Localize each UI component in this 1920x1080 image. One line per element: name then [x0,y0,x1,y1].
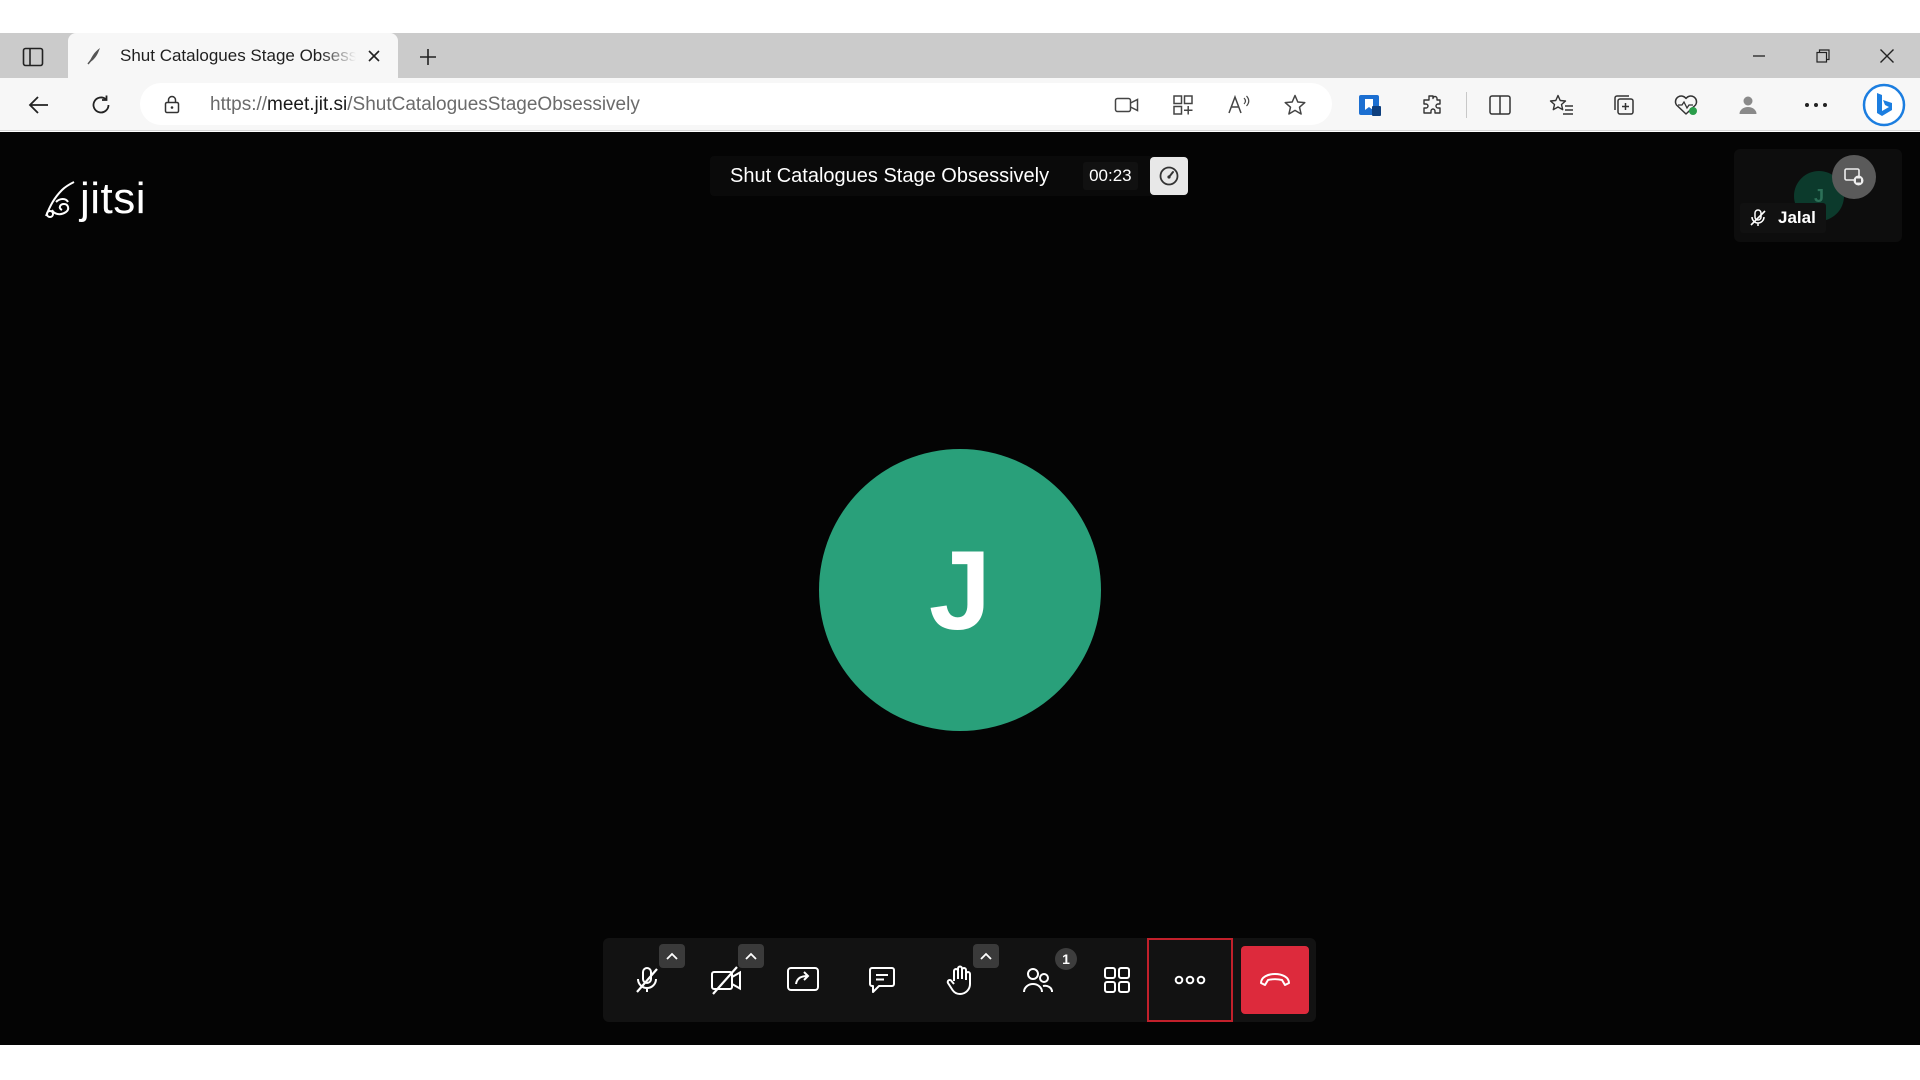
more-horizontal-icon [1174,975,1206,985]
reactions-caret[interactable] [973,944,999,968]
split-screen-icon [1489,95,1511,115]
thumbnail-menu-indicator[interactable] [1832,155,1876,199]
thumbnail-name-label: Jalal [1740,203,1826,233]
participants-count-badge: 1 [1055,948,1077,970]
toolbar-separator [1466,92,1467,118]
arrow-left-icon [28,96,48,114]
lock-icon[interactable] [162,94,182,114]
url-scheme: https:// [210,94,268,115]
jitsi-favicon-icon [84,45,106,67]
bing-copilot-button[interactable] [1862,83,1906,127]
browser-toolbar: https://meet.jit.si/ShutCataloguesStageO… [0,78,1920,131]
favorite-star-icon[interactable] [1280,90,1310,120]
grid-icon [1104,967,1130,993]
plus-icon [420,49,436,65]
performance-settings-button[interactable] [1149,157,1188,195]
close-icon [1880,48,1894,63]
profile-button[interactable] [1730,87,1766,123]
app-available-icon[interactable] [1168,90,1198,120]
jitsi-logo-text: jitsi [80,174,147,223]
url-host: meet.jit.si [267,94,348,115]
refresh-icon [92,95,110,114]
conference-info-bar: Shut Catalogues Stage Obsessively 00:23 [710,156,1188,196]
back-button[interactable] [21,87,57,123]
bing-icon [1862,83,1906,127]
chat-button[interactable] [852,950,912,1010]
url-path: /ShutCataloguesStageObsessively [347,94,640,115]
chevron-up-icon [666,952,678,960]
puzzle-icon [1423,95,1441,114]
participant-thumbnail[interactable]: J Jalal [1734,149,1902,242]
chat-icon [869,967,895,993]
settings-more-button[interactable] [1798,87,1834,123]
address-bar[interactable]: https://meet.jit.si/ShutCataloguesStageO… [140,83,1332,125]
mic-muted-icon [1750,209,1766,226]
mic-muted-icon [636,967,658,993]
screen-share-button[interactable] [773,950,833,1010]
tile-view-button[interactable] [1087,950,1147,1010]
collections-icon [1614,95,1634,115]
more-horizontal-icon [1805,103,1827,107]
meeting-subject: Shut Catalogues Stage Obsessively [730,164,1050,187]
meeting-timer: 00:23 [1083,162,1138,190]
tab-close-button[interactable] [362,44,386,68]
close-icon [368,49,380,62]
tab-title: Shut Catalogues Stage Obsessively [120,45,356,65]
screen-share-icon [787,967,819,991]
restore-button[interactable] [1792,33,1854,78]
phone-hangup-icon [1260,973,1290,986]
extension-blue-button[interactable] [1352,87,1388,123]
extensions-button[interactable] [1414,87,1450,123]
split-screen-button[interactable] [1482,87,1518,123]
avatar-initial: J [928,527,992,653]
participants-icon [1023,968,1053,993]
video-settings-caret[interactable] [738,944,764,968]
restore-icon [1816,48,1830,63]
screen-share-status-icon [1844,168,1864,186]
meeting-stage: jitsi Shut Catalogues Stage Obsessively … [0,132,1920,1045]
tab-strip: Shut Catalogues Stage Obsessively [0,33,1920,78]
hand-icon [946,965,971,996]
large-participant-avatar: J [819,449,1101,731]
camera-off-icon [711,966,741,995]
profile-icon [1739,96,1757,114]
extension-shield-icon [1359,95,1381,116]
jitsi-logo[interactable]: jitsi [42,174,146,224]
tab-actions-button[interactable] [16,43,50,71]
chevron-up-icon [980,952,992,960]
new-tab-button[interactable] [412,41,444,73]
active-tab[interactable]: Shut Catalogues Stage Obsessively [68,33,398,78]
participant-name: Jalal [1778,208,1816,227]
favorites-button[interactable] [1544,87,1580,123]
minimize-button[interactable] [1728,33,1790,78]
browser-essentials-button[interactable] [1668,87,1704,123]
close-window-button[interactable] [1856,33,1918,78]
gauge-icon [1159,166,1179,186]
hangup-button[interactable] [1241,946,1309,1014]
minimize-icon [1753,54,1765,57]
collections-button[interactable] [1606,87,1642,123]
audio-settings-caret[interactable] [659,944,685,968]
call-toolbar: 1 [603,938,1316,1022]
page-bottom-strip [0,1045,1920,1080]
read-aloud-icon[interactable] [1224,90,1254,120]
refresh-button[interactable] [83,87,119,123]
camera-in-use-icon[interactable] [1112,90,1142,120]
favorites-list-icon [1549,94,1573,115]
chevron-up-icon [745,952,757,960]
jitsi-logo-icon [45,181,75,218]
url-text[interactable]: https://meet.jit.si/ShutCataloguesStageO… [210,94,640,116]
more-actions-button[interactable] [1147,938,1233,1022]
heart-pulse-icon [1674,95,1698,115]
tab-actions-icon [22,47,44,67]
